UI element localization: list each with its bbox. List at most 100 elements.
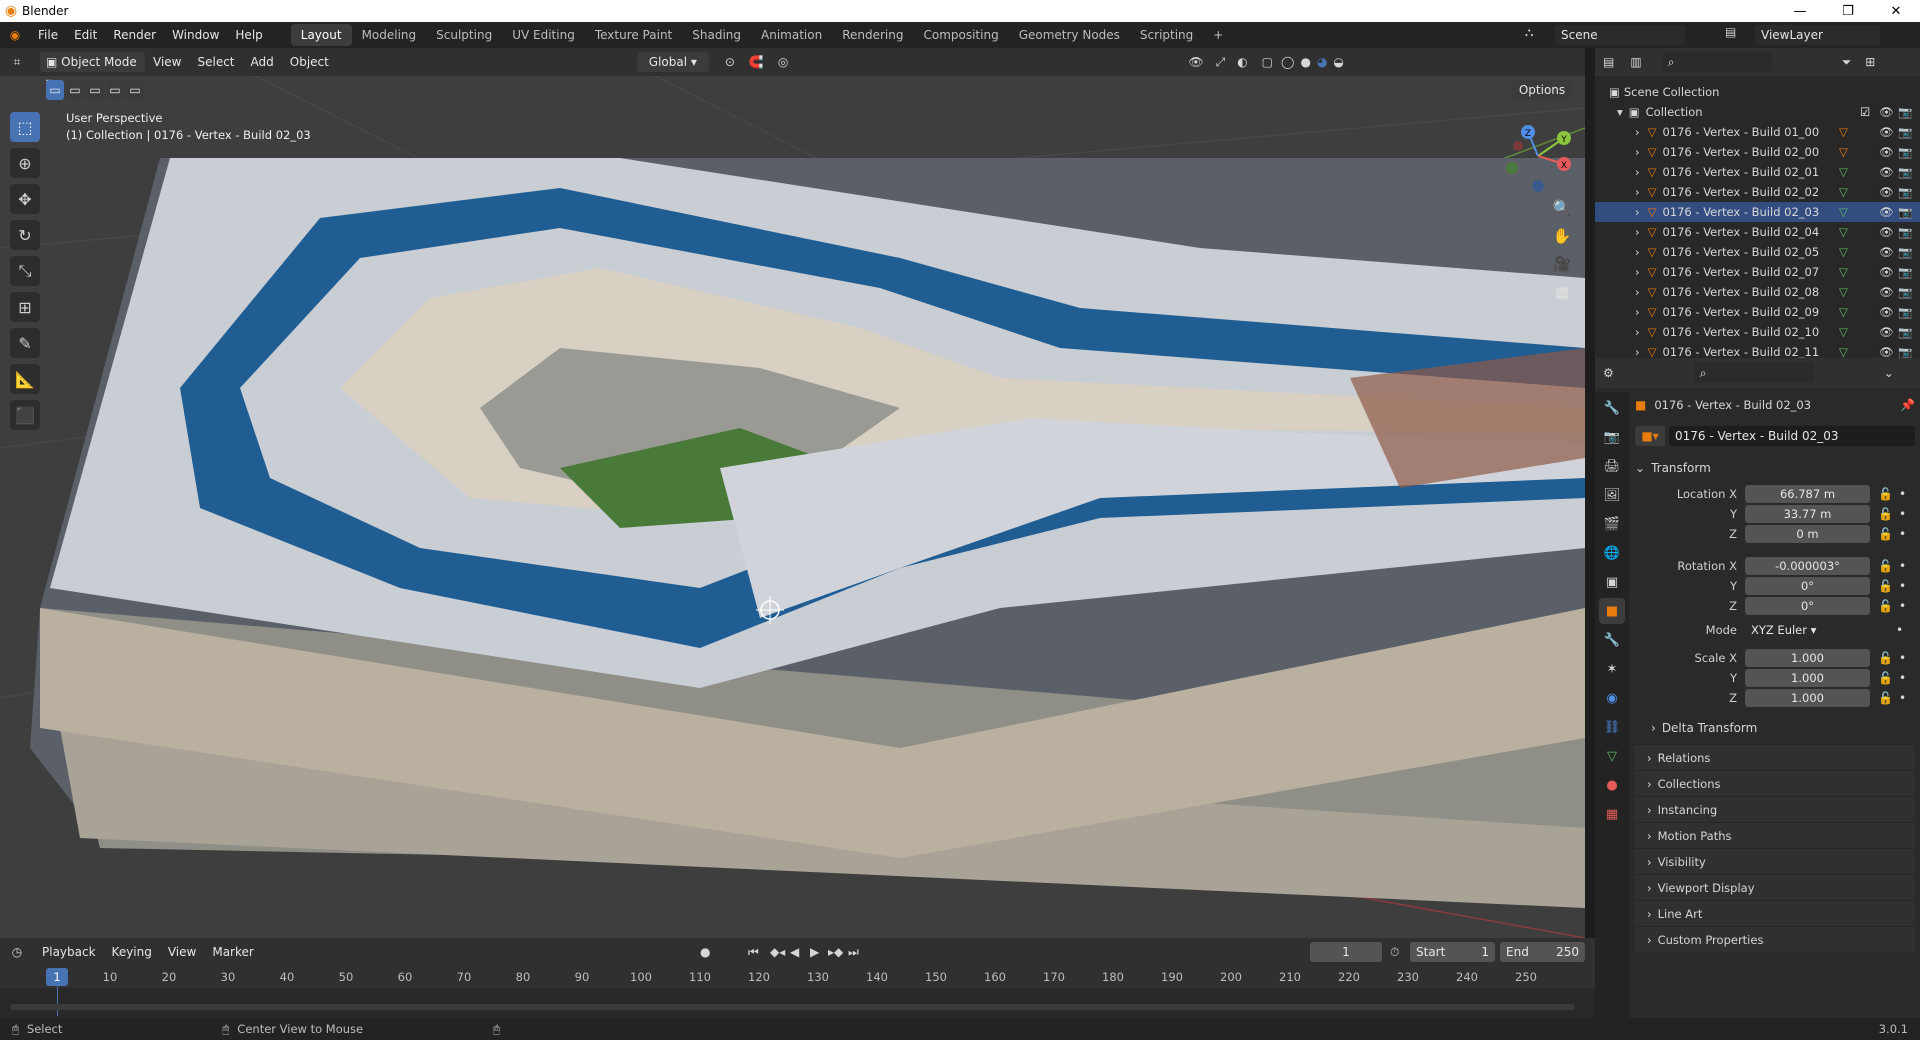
select-new-icon[interactable]: ▭ <box>46 80 64 100</box>
expand-arrow-icon[interactable]: › <box>1635 125 1640 139</box>
close-icon[interactable]: ✕ <box>1876 0 1916 22</box>
keyframe-dot-icon[interactable]: • <box>1899 507 1906 521</box>
keyframe-dot-icon[interactable]: • <box>1899 691 1906 705</box>
lock-icon[interactable]: 🔓 <box>1878 599 1893 613</box>
expand-arrow-icon[interactable]: › <box>1635 325 1640 339</box>
display-mode-icon[interactable]: ▥ <box>1630 55 1641 69</box>
eye-icon[interactable]: 👁 <box>1879 265 1894 279</box>
expand-arrow-icon[interactable]: › <box>1635 185 1640 199</box>
panel-visibility[interactable]: › Visibility <box>1635 848 1915 874</box>
select-subtract-icon[interactable]: ▭ <box>86 80 104 100</box>
timeline-area[interactable]: 1 10 20 30 40 50 60 70 80 90 100 110 120… <box>0 966 1595 1018</box>
zoom-icon[interactable]: 🔍 <box>1548 194 1576 222</box>
lock-icon[interactable]: 🔓 <box>1878 559 1893 573</box>
exclude-checkbox-icon[interactable]: ☑ <box>1860 105 1870 119</box>
expand-arrow-icon[interactable]: › <box>1635 225 1640 239</box>
menu-file[interactable]: File <box>30 28 66 42</box>
keyframe-dot-icon[interactable]: • <box>1899 599 1906 613</box>
keyframe-dot-icon[interactable]: • <box>1899 559 1906 573</box>
eye-icon[interactable]: 👁 <box>1879 225 1894 239</box>
camera-icon[interactable]: 📷 <box>1898 245 1912 259</box>
expand-arrow-icon[interactable]: › <box>1635 205 1640 219</box>
expand-icon[interactable]: ▾ <box>1617 105 1623 119</box>
outliner-item[interactable]: › ▽ 0176 - Vertex - Build 02_01 ▽ 👁 📷 <box>1595 162 1920 182</box>
view-layer-tab-icon[interactable]: 🖼 <box>1599 482 1625 508</box>
camera-icon[interactable]: 📷 <box>1898 105 1912 119</box>
scene-icon[interactable]: ⛬ <box>1525 25 1533 40</box>
keyframe-dot-icon[interactable]: • <box>1899 651 1906 665</box>
expand-arrow-icon[interactable]: › <box>1635 245 1640 259</box>
select-invert-icon[interactable]: ▭ <box>106 80 124 100</box>
eye-icon[interactable]: 👁 <box>1879 325 1894 339</box>
play-reverse-icon[interactable]: ◀ <box>790 945 799 959</box>
navigation-gizmo[interactable]: Y X Z <box>1498 116 1578 196</box>
tool-tab-icon[interactable]: 🔧 <box>1599 395 1625 421</box>
camera-icon[interactable]: 📷 <box>1898 205 1912 219</box>
move-icon[interactable]: ✥ <box>10 184 40 214</box>
tab-compositing[interactable]: Compositing <box>913 24 1008 46</box>
transform-panel-header[interactable]: ⌄ Transform <box>1635 456 1915 480</box>
outliner-item[interactable]: › ▽ 0176 - Vertex - Build 02_04 ▽ 👁 📷 <box>1595 222 1920 242</box>
lock-icon[interactable]: 🔓 <box>1878 527 1893 541</box>
rotation-z-field[interactable]: 0° <box>1745 597 1870 615</box>
shading-material-icon[interactable]: ◕ <box>1317 55 1327 69</box>
pan-hand-icon[interactable]: ✋ <box>1548 222 1576 250</box>
jump-end-icon[interactable]: ⏭ <box>848 945 859 960</box>
tab-layout[interactable]: Layout <box>290 24 352 46</box>
prev-keyframe-icon[interactable]: ◆◂ <box>770 945 785 959</box>
properties-options-icon[interactable]: ⌄ <box>1884 366 1894 380</box>
lock-icon[interactable]: 🔓 <box>1878 671 1893 685</box>
keyframe-dot-icon[interactable]: • <box>1896 623 1903 637</box>
3d-viewport[interactable]: ⌗ ▣ Object Mode ▾ View Select Add Object… <box>0 48 1585 938</box>
jump-start-icon[interactable]: ⏮ <box>748 945 759 960</box>
keyframe-dot-icon[interactable]: • <box>1899 579 1906 593</box>
lock-icon[interactable]: 🔓 <box>1878 691 1893 705</box>
eye-icon[interactable]: 👁 <box>1879 285 1894 299</box>
expand-arrow-icon[interactable]: › <box>1635 145 1640 159</box>
physics-tab-icon[interactable]: ◉ <box>1599 685 1625 711</box>
scale-y-field[interactable]: 1.000 <box>1745 669 1870 687</box>
eye-icon[interactable]: 👁 <box>1879 205 1894 219</box>
camera-icon[interactable]: 📷 <box>1898 305 1912 319</box>
camera-icon[interactable]: 📷 <box>1898 145 1912 159</box>
collection-row[interactable]: ▾ ▣ Collection ☑ 👁 📷 <box>1595 102 1920 122</box>
timeline-menu-keying[interactable]: Keying <box>104 945 160 959</box>
mesh-data-tab-icon[interactable]: ▽ <box>1599 743 1625 769</box>
rotate-icon[interactable]: ↻ <box>10 220 40 250</box>
keyframe-dot-icon[interactable]: • <box>1899 487 1906 501</box>
tab-rendering[interactable]: Rendering <box>832 24 913 46</box>
filter-icon[interactable]: ⏷ <box>1842 55 1852 70</box>
annotate-icon[interactable]: ✎ <box>10 328 40 358</box>
preview-range-icon[interactable]: ⏱ <box>1390 945 1399 960</box>
rotation-x-field[interactable]: -0.000003° <box>1745 557 1870 575</box>
tab-animation[interactable]: Animation <box>751 24 832 46</box>
eye-icon[interactable]: 👁 <box>1879 245 1894 259</box>
texture-tab-icon[interactable]: ▦ <box>1599 801 1625 827</box>
overlay-icon[interactable]: ◐ <box>1237 55 1247 69</box>
options-button[interactable]: Options <box>1512 80 1572 100</box>
start-frame-field[interactable]: Start 1 <box>1410 942 1495 962</box>
maximize-icon[interactable]: ❐ <box>1828 0 1868 22</box>
shading-solid-icon[interactable]: ● <box>1300 55 1310 69</box>
outliner-search-input[interactable]: ⌕ <box>1661 52 1772 72</box>
menu-window[interactable]: Window <box>164 28 227 42</box>
scale-z-field[interactable]: 1.000 <box>1745 689 1870 707</box>
vp-menu-select[interactable]: Select <box>189 55 242 69</box>
panel-instancing[interactable]: › Instancing <box>1635 796 1915 822</box>
camera-icon[interactable]: 📷 <box>1898 185 1912 199</box>
outliner-item[interactable]: › ▽ 0176 - Vertex - Build 02_07 ▽ 👁 📷 <box>1595 262 1920 282</box>
location-x-field[interactable]: 66.787 m <box>1745 485 1870 503</box>
menu-render[interactable]: Render <box>105 28 164 42</box>
outliner-item[interactable]: › ▽ 0176 - Vertex - Build 02_08 ▽ 👁 📷 <box>1595 282 1920 302</box>
proportional-edit-icon[interactable]: ◎ <box>778 55 788 69</box>
shading-wireframe-icon[interactable]: ◯ <box>1281 55 1294 69</box>
view-layer-icon[interactable]: ▤ <box>1725 25 1736 39</box>
end-frame-field[interactable]: End 250 <box>1500 942 1585 962</box>
scene-selector[interactable]: Scene <box>1555 25 1685 45</box>
properties-editor-icon[interactable]: ⚙ <box>1603 366 1614 380</box>
pivot-icon[interactable]: ⊙ <box>725 55 735 69</box>
modifier-tab-icon[interactable]: 🔧 <box>1599 627 1625 653</box>
tab-uv-editing[interactable]: UV Editing <box>502 24 585 46</box>
eye-icon[interactable]: 👁 <box>1879 165 1894 179</box>
timeline-menu-marker[interactable]: Marker <box>204 945 261 959</box>
